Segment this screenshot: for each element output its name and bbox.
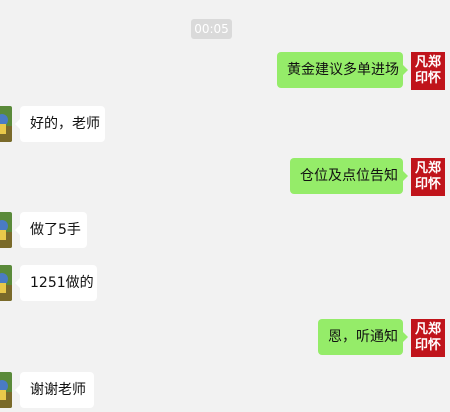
- user-avatar[interactable]: [0, 372, 12, 408]
- teacher-avatar[interactable]: 凡郑 印怀: [411, 158, 445, 196]
- message-bubble-sent[interactable]: 仓位及点位告知: [290, 158, 408, 194]
- user-avatar[interactable]: [0, 106, 12, 142]
- chat-timestamp: 00:05: [191, 19, 232, 39]
- message-row-received: 做了5手: [0, 212, 450, 252]
- message-bubble-received[interactable]: 1251做的: [15, 265, 97, 301]
- teacher-avatar[interactable]: 凡郑 印怀: [411, 52, 445, 90]
- message-row-received: 好的，老师: [0, 106, 450, 146]
- user-avatar[interactable]: [0, 265, 12, 301]
- message-row-received: 1251做的: [0, 265, 450, 305]
- message-bubble-received[interactable]: 好的，老师: [15, 106, 105, 142]
- message-row-sent: 仓位及点位告知 凡郑 印怀: [0, 158, 450, 198]
- user-avatar[interactable]: [0, 212, 12, 248]
- message-row-sent: 黄金建议多单进场 凡郑 印怀: [0, 52, 450, 92]
- message-bubble-received[interactable]: 做了5手: [15, 212, 87, 248]
- message-bubble-sent[interactable]: 黄金建议多单进场: [277, 52, 408, 88]
- message-bubble-received[interactable]: 谢谢老师: [15, 372, 94, 408]
- message-row-received: 谢谢老师: [0, 372, 450, 412]
- message-bubble-sent[interactable]: 恩，听通知: [318, 319, 408, 355]
- message-row-sent: 恩，听通知 凡郑 印怀: [0, 319, 450, 359]
- teacher-avatar[interactable]: 凡郑 印怀: [411, 319, 445, 357]
